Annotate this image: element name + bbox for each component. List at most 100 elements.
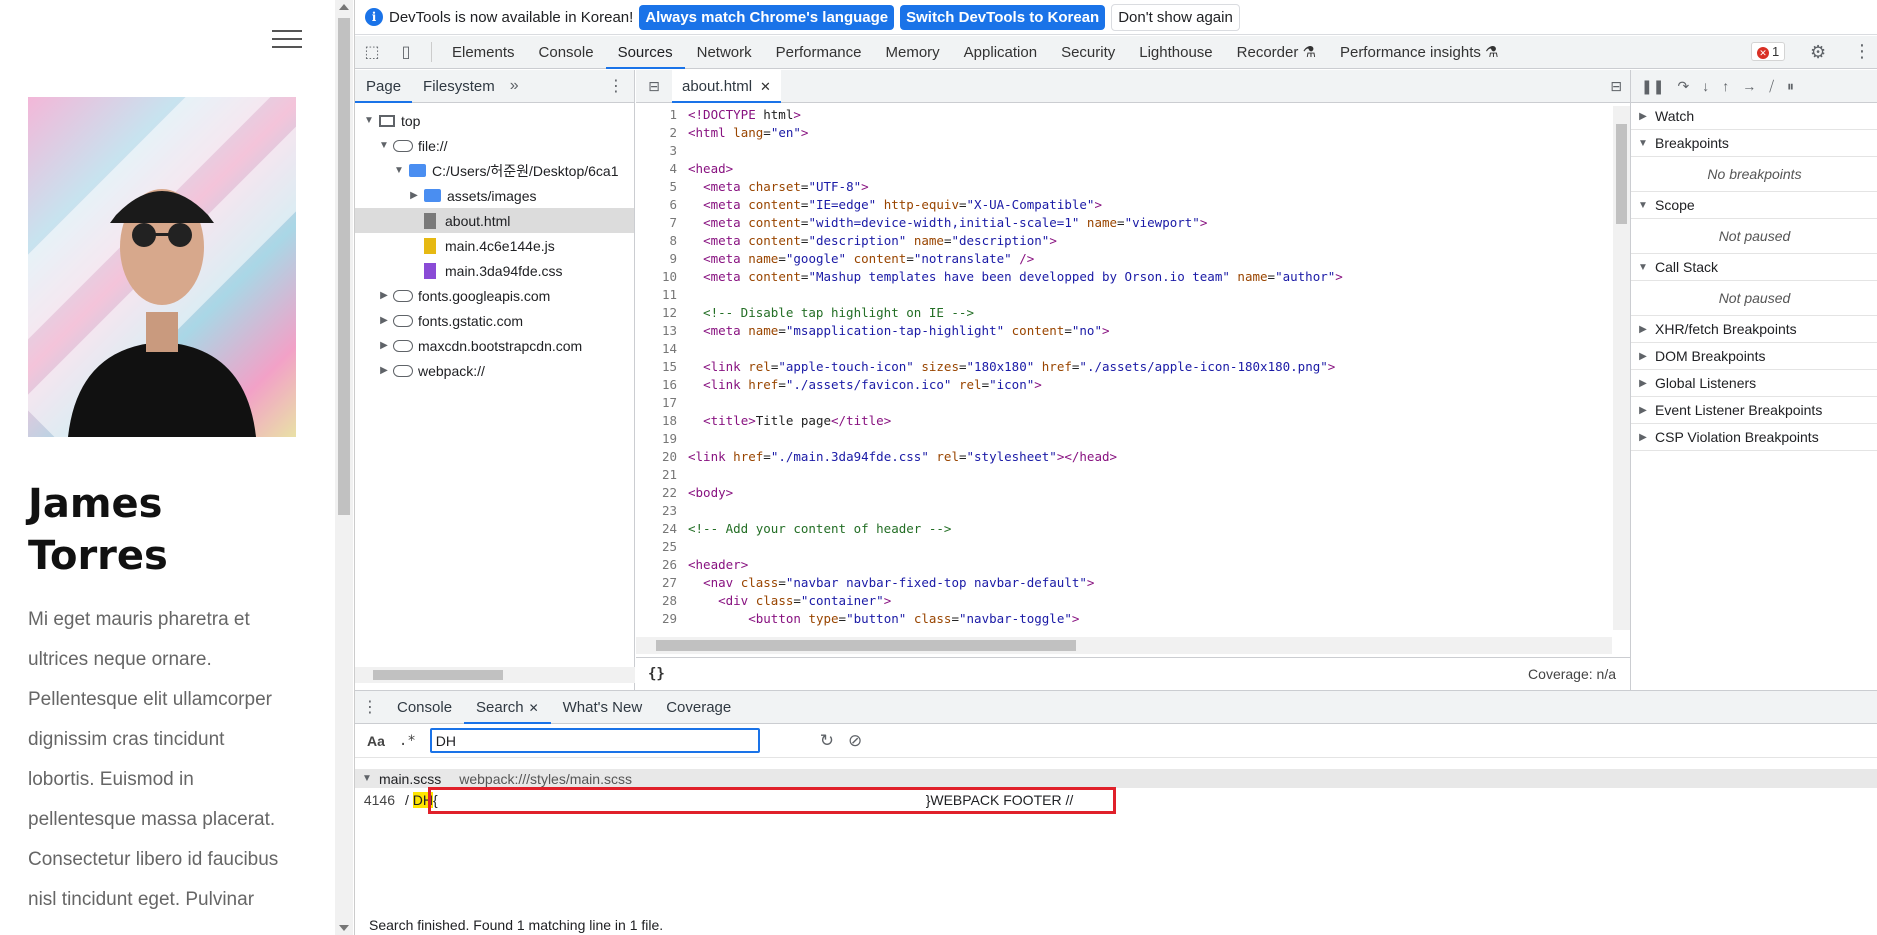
tree-item[interactable]: main.3da94fde.css: [355, 258, 634, 283]
line-number[interactable]: 4: [636, 160, 683, 178]
tab-performance-insights[interactable]: Performance insights ⚗: [1328, 36, 1511, 69]
device-toolbar-icon[interactable]: ▯: [389, 36, 423, 69]
scroll-thumb[interactable]: [338, 18, 350, 515]
step-out-icon[interactable]: ↑: [1722, 78, 1729, 94]
tab-page[interactable]: Page: [355, 70, 413, 103]
tree-item[interactable]: ▶ maxcdn.bootstrapcdn.com: [355, 333, 634, 358]
settings-gear-icon[interactable]: ⚙: [1810, 42, 1826, 63]
editor-file-tab[interactable]: about.html ✕: [672, 69, 781, 103]
line-number[interactable]: 29: [636, 610, 683, 628]
tree-item[interactable]: ▼ file://: [355, 133, 634, 158]
line-number[interactable]: 24: [636, 520, 683, 538]
tree-item[interactable]: ▶ webpack://: [355, 358, 634, 383]
line-number[interactable]: 21: [636, 466, 683, 484]
pane-call-stack[interactable]: ▼ Call Stack: [1631, 254, 1877, 281]
line-number[interactable]: 6: [636, 196, 683, 214]
tree-item[interactable]: ▶ fonts.googleapis.com: [355, 283, 634, 308]
pane-breakpoints[interactable]: ▼ Breakpoints: [1631, 130, 1877, 157]
pane-csp-violation-breakpoints[interactable]: ▶ CSP Violation Breakpoints: [1631, 424, 1877, 451]
collapse-arrow-icon[interactable]: ▶: [1637, 324, 1649, 335]
line-number[interactable]: 15: [636, 358, 683, 376]
tree-item[interactable]: ▼ top: [355, 108, 634, 133]
line-number[interactable]: 8: [636, 232, 683, 250]
hamburger-menu-icon[interactable]: [272, 30, 302, 52]
drawer-menu-icon[interactable]: ⋮: [355, 697, 385, 717]
drawer-tab-search[interactable]: Search ✕: [464, 691, 551, 724]
line-number[interactable]: 12: [636, 304, 683, 322]
deactivate-breakpoints-icon[interactable]: ⧸: [1769, 78, 1774, 95]
pause-on-exceptions-icon[interactable]: ⏸: [1787, 78, 1794, 95]
line-number[interactable]: 2: [636, 124, 683, 142]
scroll-thumb[interactable]: [373, 670, 503, 680]
tab-sources[interactable]: Sources: [605, 36, 685, 69]
close-tab-icon[interactable]: ✕: [760, 79, 771, 94]
collapse-icon[interactable]: ▼: [361, 773, 373, 784]
editor-vscrollbar[interactable]: [1613, 106, 1630, 630]
tree-item[interactable]: ▼ C:/Users/허준원/Desktop/6ca1: [355, 158, 634, 183]
tab-console[interactable]: Console: [527, 36, 606, 69]
pause-icon[interactable]: ❚❚: [1641, 78, 1664, 95]
collapse-arrow-icon[interactable]: ▶: [1637, 351, 1649, 362]
result-file-header[interactable]: ▼ main.scss webpack:///styles/main.scss: [355, 769, 1877, 788]
navigator-hscrollbar[interactable]: [355, 667, 635, 683]
tab-lighthouse[interactable]: Lighthouse: [1127, 36, 1224, 69]
tab-network[interactable]: Network: [685, 36, 764, 69]
tree-item[interactable]: main.4c6e144e.js: [355, 233, 634, 258]
pane-xhr-fetch-breakpoints[interactable]: ▶ XHR/fetch Breakpoints: [1631, 316, 1877, 343]
error-counter-badge[interactable]: ✕ 1: [1751, 42, 1786, 61]
expand-arrow-icon[interactable]: ▼: [1637, 200, 1649, 211]
line-number[interactable]: 13: [636, 322, 683, 340]
line-number[interactable]: 9: [636, 250, 683, 268]
pane-event-listener-breakpoints[interactable]: ▶ Event Listener Breakpoints: [1631, 397, 1877, 424]
tree-item[interactable]: ▶ assets/images: [355, 183, 634, 208]
tab-memory[interactable]: Memory: [874, 36, 952, 69]
line-number[interactable]: 5: [636, 178, 683, 196]
line-number[interactable]: 27: [636, 574, 683, 592]
line-number[interactable]: 19: [636, 430, 683, 448]
code-view[interactable]: 1 <!DOCTYPE html> 2 <html lang="en"> 3 4 <head…: [636, 106, 1612, 630]
scroll-thumb[interactable]: [656, 640, 1076, 651]
tree-item[interactable]: about.html: [355, 208, 634, 233]
drawer-tab-coverage[interactable]: Coverage: [654, 691, 743, 724]
line-number[interactable]: 14: [636, 340, 683, 358]
line-number[interactable]: 10: [636, 268, 683, 286]
regex-toggle[interactable]: .*: [399, 733, 416, 749]
toggle-navigator-icon[interactable]: ⊟: [636, 78, 672, 95]
line-number[interactable]: 17: [636, 394, 683, 412]
line-number[interactable]: 11: [636, 286, 683, 304]
drawer-tab-console[interactable]: Console: [385, 691, 464, 724]
pane-dom-breakpoints[interactable]: ▶ DOM Breakpoints: [1631, 343, 1877, 370]
switch-korean-button[interactable]: Switch DevTools to Korean: [900, 4, 1106, 30]
tab-performance[interactable]: Performance: [764, 36, 874, 69]
collapse-arrow-icon[interactable]: ▶: [408, 190, 420, 201]
expand-arrow-icon[interactable]: ▼: [363, 115, 375, 126]
pane-scope[interactable]: ▼ Scope: [1631, 192, 1877, 219]
line-number[interactable]: 16: [636, 376, 683, 394]
collapse-arrow-icon[interactable]: ▶: [378, 340, 390, 351]
more-options-icon[interactable]: ⋮: [1853, 41, 1871, 62]
more-tabs-icon[interactable]: »: [510, 77, 519, 95]
collapse-arrow-icon[interactable]: ▶: [378, 365, 390, 376]
line-number[interactable]: 7: [636, 214, 683, 232]
line-number[interactable]: 23: [636, 502, 683, 520]
expand-arrow-icon[interactable]: ▼: [1637, 262, 1649, 273]
collapse-arrow-icon[interactable]: ▶: [1637, 405, 1649, 416]
collapse-arrow-icon[interactable]: ▶: [1637, 432, 1649, 443]
line-number[interactable]: 22: [636, 484, 683, 502]
step-icon[interactable]: →: [1742, 78, 1756, 94]
navigator-menu-icon[interactable]: ⋮: [608, 76, 624, 96]
collapse-arrow-icon[interactable]: ▶: [378, 290, 390, 301]
line-number[interactable]: 18: [636, 412, 683, 430]
dont-show-again-button[interactable]: Don't show again: [1111, 3, 1240, 31]
collapse-arrow-icon[interactable]: ▶: [1637, 378, 1649, 389]
search-input[interactable]: [429, 728, 760, 753]
match-case-toggle[interactable]: Aa: [367, 733, 385, 749]
clear-icon[interactable]: ⊘: [848, 731, 862, 751]
pane-watch[interactable]: ▶ Watch: [1631, 103, 1877, 130]
editor-hscrollbar[interactable]: [636, 637, 1612, 654]
pretty-print-button[interactable]: {}: [636, 666, 665, 682]
line-number[interactable]: 3: [636, 142, 683, 160]
tab-elements[interactable]: Elements: [440, 36, 527, 69]
tab-application[interactable]: Application: [952, 36, 1049, 69]
close-tab-icon[interactable]: ✕: [529, 701, 539, 715]
